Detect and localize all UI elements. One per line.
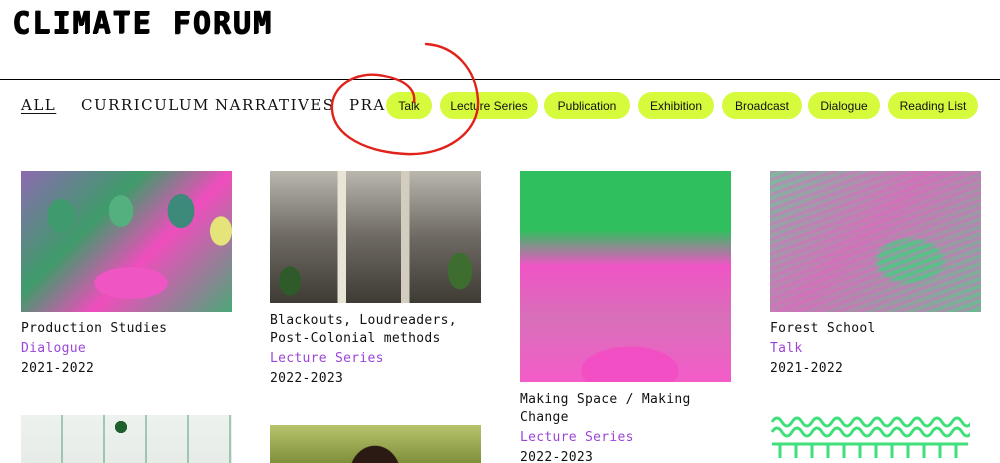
card-image-blackouts[interactable] [270, 171, 481, 303]
card-image-row2-col4[interactable] [770, 412, 981, 463]
card-year: 2021-2022 [21, 361, 95, 376]
filter-pill-exhibition[interactable]: Exhibition [638, 92, 714, 119]
card-title[interactable]: Making Space / Making [520, 390, 691, 409]
card-image-row2-col2[interactable] [270, 425, 481, 463]
site-logo[interactable]: CLIMATE FORUM [12, 6, 273, 41]
card-year: 2021-2022 [770, 361, 844, 376]
card-title-line-2[interactable]: Change [520, 408, 569, 427]
filter-pill-publication[interactable]: Publication [544, 92, 630, 119]
card-title[interactable]: Forest School [770, 319, 876, 338]
nav-item-narratives[interactable]: NARRATIVES [215, 96, 335, 114]
card-title[interactable]: Blackouts, Loudreaders, [270, 311, 457, 330]
filter-pill-broadcast[interactable]: Broadcast [722, 92, 802, 119]
card-image-making-space[interactable] [520, 171, 731, 382]
card-image-production-studies[interactable] [21, 171, 232, 312]
filter-pill-dialogue[interactable]: Dialogue [808, 92, 880, 119]
nav-item-curriculum[interactable]: CURRICULUM [81, 96, 210, 114]
card-type-link[interactable]: Talk [770, 339, 803, 358]
card-image-row2-col1[interactable] [21, 415, 232, 463]
header-divider [0, 79, 1000, 80]
card-type-link[interactable]: Dialogue [21, 339, 86, 358]
filter-pill-reading-list[interactable]: Reading List [888, 92, 978, 119]
card-year: 2022-2023 [270, 371, 344, 386]
card-type-link[interactable]: Lecture Series [520, 428, 634, 447]
filter-pill-talk[interactable]: Talk [386, 92, 432, 119]
card-title-line-2[interactable]: Post-Colonial methods [270, 329, 441, 348]
filter-pill-lecture-series[interactable]: Lecture Series [440, 92, 538, 119]
card-title[interactable]: Production Studies [21, 319, 167, 338]
card-type-link[interactable]: Lecture Series [270, 349, 384, 368]
card-year: 2022-2023 [520, 450, 594, 463]
card-image-forest-school[interactable] [770, 171, 981, 312]
nav-item-all[interactable]: ALL [21, 96, 56, 114]
squiggle-pattern-icon [770, 416, 970, 458]
